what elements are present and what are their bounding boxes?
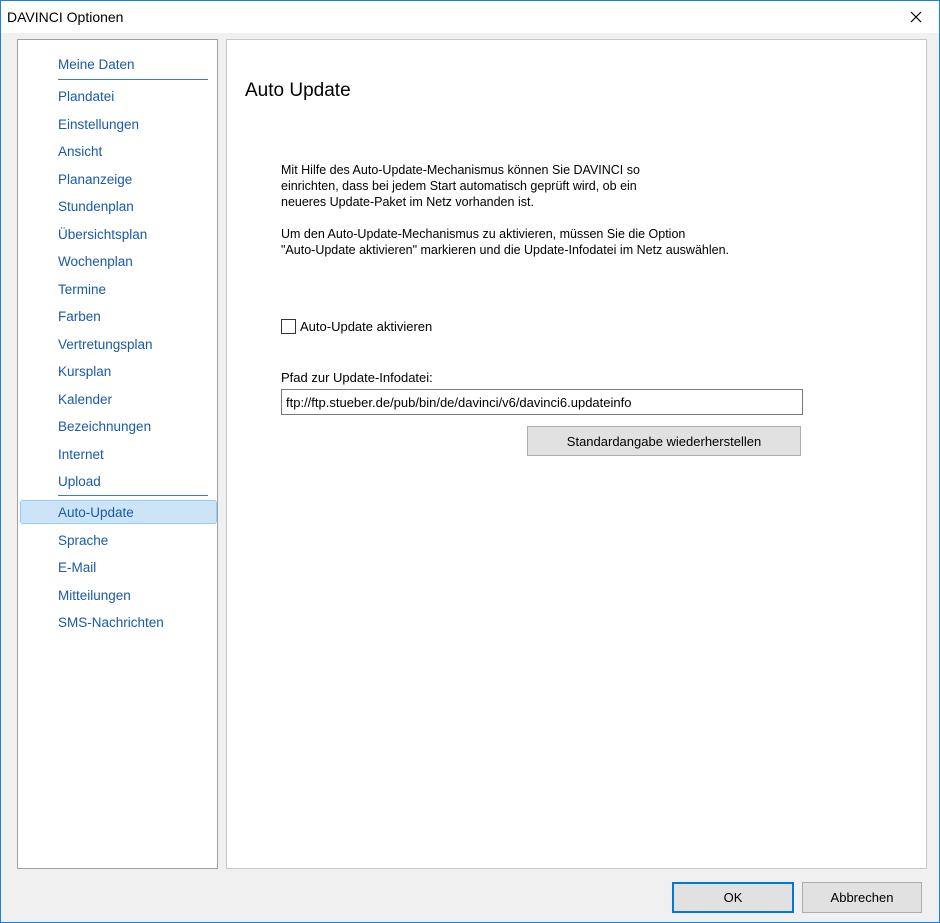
sidebar-item-vertretungsplan[interactable]: Vertretungsplan	[58, 336, 153, 354]
ok-button[interactable]: OK	[672, 882, 794, 913]
sidebar-item-stundenplan[interactable]: Stundenplan	[58, 198, 134, 216]
description-paragraph-1: Mit Hilfe des Auto-Update-Mechanismus kö…	[281, 162, 841, 210]
description-line: Mit Hilfe des Auto-Update-Mechanismus kö…	[281, 163, 640, 177]
sidebar-item-wochenplan[interactable]: Wochenplan	[58, 253, 133, 271]
sidebar-item-auto-update[interactable]: Auto-Update	[58, 504, 134, 522]
sidebar-item-mitteilungen[interactable]: Mitteilungen	[58, 587, 131, 605]
options-dialog: DAVINCI Optionen Meine Daten Plandatei E…	[0, 0, 940, 923]
sidebar-item-sprache[interactable]: Sprache	[58, 532, 108, 550]
nav-divider	[58, 495, 208, 496]
sidebar-item-plandatei[interactable]: Plandatei	[58, 88, 114, 106]
description-line: Um den Auto-Update-Mechanismus zu aktivi…	[281, 227, 686, 241]
description-line: "Auto-Update aktivieren" markieren und d…	[281, 243, 730, 257]
update-path-input[interactable]	[281, 389, 803, 415]
auto-update-checkbox-row[interactable]: Auto-Update aktivieren	[281, 319, 432, 334]
sidebar-item-uebersichtsplan[interactable]: Übersichtsplan	[58, 226, 147, 244]
page-title: Auto Update	[245, 80, 351, 101]
auto-update-checkbox[interactable]	[281, 319, 296, 334]
sidebar-item-sms-nachrichten[interactable]: SMS-Nachrichten	[58, 614, 164, 632]
description-line: neueres Update-Paket im Netz vorhanden i…	[281, 195, 534, 209]
sidebar-item-kursplan[interactable]: Kursplan	[58, 363, 111, 381]
close-icon	[910, 11, 922, 23]
auto-update-checkbox-label: Auto-Update aktivieren	[300, 319, 433, 334]
sidebar-item-meine-daten[interactable]: Meine Daten	[58, 56, 135, 74]
options-sidebar: Meine Daten Plandatei Einstellungen Ansi…	[17, 39, 218, 869]
sidebar-item-internet[interactable]: Internet	[58, 446, 104, 464]
sidebar-item-upload[interactable]: Upload	[58, 473, 101, 491]
path-field-label: Pfad zur Update-Infodatei:	[281, 370, 433, 385]
description-line: einrichten, dass bei jedem Start automat…	[281, 179, 637, 193]
cancel-button[interactable]: Abbrechen	[802, 882, 922, 913]
restore-default-button[interactable]: Standardangabe wiederherstellen	[527, 426, 801, 456]
sidebar-item-e-mail[interactable]: E-Mail	[58, 559, 96, 577]
window-title: DAVINCI Optionen	[7, 9, 124, 25]
sidebar-item-ansicht[interactable]: Ansicht	[58, 143, 102, 161]
close-button[interactable]	[893, 1, 939, 33]
nav-divider	[58, 79, 208, 80]
description-paragraph-2: Um den Auto-Update-Mechanismus zu aktivi…	[281, 226, 841, 258]
sidebar-item-termine[interactable]: Termine	[58, 281, 106, 299]
sidebar-item-plananzeige[interactable]: Plananzeige	[58, 171, 132, 189]
sidebar-item-bezeichnungen[interactable]: Bezeichnungen	[58, 418, 151, 436]
content-panel: Auto Update Mit Hilfe des Auto-Update-Me…	[226, 39, 927, 869]
sidebar-item-farben[interactable]: Farben	[58, 308, 101, 326]
title-bar: DAVINCI Optionen	[1, 1, 939, 33]
sidebar-item-kalender[interactable]: Kalender	[58, 391, 112, 409]
sidebar-item-einstellungen[interactable]: Einstellungen	[58, 116, 139, 134]
